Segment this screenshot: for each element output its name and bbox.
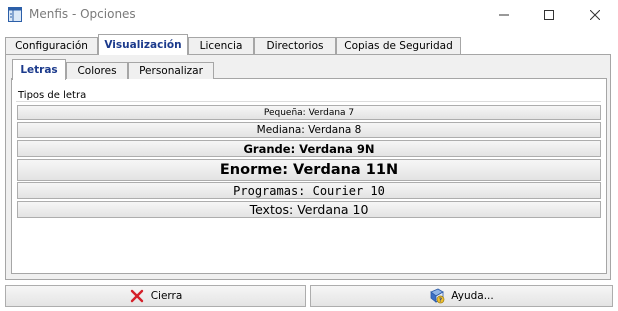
maximize-icon <box>544 10 554 20</box>
font-small-button[interactable]: Pequeña: Verdana 7 <box>17 105 601 120</box>
close-icon <box>590 10 600 20</box>
minimize-button[interactable] <box>481 0 527 30</box>
tab-directorios[interactable]: Directorios <box>254 37 336 54</box>
help-button[interactable]: ? Ayuda... <box>310 285 613 307</box>
svg-text:?: ? <box>439 298 442 304</box>
font-medium-button[interactable]: Mediana: Verdana 8 <box>17 122 601 138</box>
minimize-icon <box>499 14 509 16</box>
font-huge-button[interactable]: Enorme: Verdana 11N <box>17 159 601 181</box>
tab-colores[interactable]: Colores <box>66 62 128 79</box>
close-button[interactable]: Cierra <box>5 285 306 307</box>
tab-copias-de-seguridad[interactable]: Copias de Seguridad <box>336 37 461 54</box>
group-divider <box>16 101 601 102</box>
app-window-icon <box>8 7 22 22</box>
tab-configuracion[interactable]: Configuración <box>5 37 98 54</box>
font-programs-button[interactable]: Programas: Courier 10 <box>17 182 601 199</box>
tab-visualizacion[interactable]: Visualización <box>98 34 188 55</box>
font-large-button[interactable]: Grande: Verdana 9N <box>17 140 601 157</box>
tab-personalizar[interactable]: Personalizar <box>128 62 214 79</box>
window-title: Menfis - Opciones <box>29 7 136 21</box>
maximize-button[interactable] <box>526 0 572 30</box>
help-book-icon: ? <box>429 288 445 304</box>
tab-letras[interactable]: Letras <box>12 59 66 80</box>
red-x-icon <box>129 288 145 304</box>
close-button-label: Cierra <box>150 290 183 302</box>
close-window-button[interactable] <box>572 0 618 30</box>
font-texts-button[interactable]: Textos: Verdana 10 <box>17 201 601 218</box>
group-label-tipos-de-letra: Tipos de letra <box>18 90 87 101</box>
title-bar: Menfis - Opciones <box>0 0 618 30</box>
help-button-label: Ayuda... <box>451 290 494 302</box>
tab-licencia[interactable]: Licencia <box>188 37 254 54</box>
